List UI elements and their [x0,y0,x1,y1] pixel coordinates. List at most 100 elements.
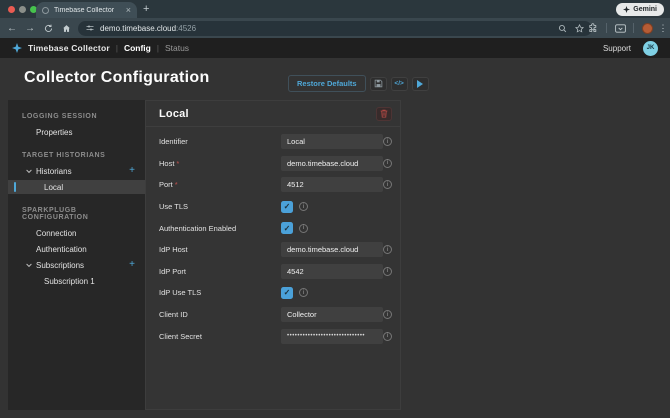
run-button[interactable] [412,77,429,91]
sidebar-item-authentication[interactable]: Authentication [8,242,145,256]
panel-header: Local [146,101,400,127]
tab-close-icon[interactable]: × [126,6,131,15]
sparkle-icon [623,6,630,13]
page: Collector Configuration Restore Defaults… [0,58,670,418]
add-item-button[interactable]: + [129,166,135,176]
port-input[interactable]: 4512 [281,177,383,192]
sidebar-item-subscription-1[interactable]: Subscription 1 [8,274,145,288]
save-button[interactable] [370,77,387,91]
panel-title: Local [159,108,189,120]
sidebar-section-header: LOGGING SESSION [22,113,133,120]
trash-icon [380,109,388,118]
form-row-host: Host*demo.timebase.cloud [146,153,400,175]
extensions-icon[interactable] [584,18,602,38]
field-label: Port* [159,180,281,189]
gemini-label: Gemini [633,6,657,13]
form-panel: Local IdentifierLocalHost*demo.timebase.… [145,100,401,410]
required-asterisk: * [176,159,179,168]
tab-title: Timebase Collector [54,7,122,14]
tab-favicon-icon [42,7,49,14]
form-row-use-tls: Use TLS [146,196,400,218]
required-asterisk: * [175,180,178,189]
info-icon[interactable] [383,159,392,168]
nav-separator: | [157,44,159,53]
profile-avatar-icon[interactable] [638,18,656,38]
user-avatar[interactable]: JK [643,41,658,56]
client-secret-input[interactable]: •••••••••••••••••••••••••••••• [281,329,383,344]
field-label: Client ID [159,310,281,319]
screen: Timebase Collector × + Gemini ← → demo.t… [0,0,670,418]
nav-config[interactable]: Config [124,43,151,53]
minimize-window-button[interactable] [19,6,26,13]
brand-title: Timebase Collector [28,43,110,53]
back-icon[interactable]: ← [4,18,20,38]
field-label: Use TLS [159,202,281,211]
form-row-idp-host: IdP Hostdemo.timebase.cloud [146,239,400,261]
code-view-button[interactable]: </> [391,77,408,91]
idp-host-input[interactable]: demo.timebase.cloud [281,242,383,257]
form-row-idp-port: IdP Port4542 [146,261,400,283]
info-icon[interactable] [383,180,392,189]
page-title: Collector Configuration [24,69,210,87]
host-input[interactable]: demo.timebase.cloud [281,156,383,171]
use-tls-checkbox[interactable] [281,201,293,213]
nav-separator: | [116,44,118,53]
code-icon: </> [394,80,403,87]
sidebar-item-label: Historians [36,167,72,176]
sidebar-item-historians[interactable]: Historians + [8,164,145,178]
form-fields: IdentifierLocalHost*demo.timebase.cloudP… [146,127,400,347]
home-icon[interactable] [58,18,74,38]
address-bar[interactable]: demo.timebase.cloud:4526 [78,21,592,36]
info-icon[interactable] [383,137,392,146]
site-info-icon[interactable] [86,24,94,32]
sidebar-item-subscriptions[interactable]: Subscriptions + [8,258,145,272]
add-item-button[interactable]: + [129,260,135,270]
window-controls [8,6,37,13]
authentication-enabled-checkbox[interactable] [281,222,293,234]
info-icon[interactable] [383,245,392,254]
info-icon[interactable] [383,310,392,319]
close-window-button[interactable] [8,6,15,13]
reload-icon[interactable] [40,18,56,38]
sidebar-item-connection[interactable]: Connection [8,226,145,240]
idp-port-input[interactable]: 4542 [281,264,383,279]
form-row-client-secret: Client Secret•••••••••••••••••••••••••••… [146,325,400,347]
forward-icon[interactable]: → [22,18,38,38]
browser-tab-strip: Timebase Collector × + Gemini [0,0,670,18]
idp-use-tls-checkbox[interactable] [281,287,293,299]
zoom-icon[interactable] [558,24,567,33]
chevron-down-icon[interactable] [26,263,32,268]
save-icon [374,79,383,88]
info-icon[interactable] [299,288,308,297]
sidebar-item-label: Subscriptions [36,261,84,270]
sidebar-nav: LOGGING SESSIONPropertiesTARGET HISTORIA… [8,100,145,410]
info-icon[interactable] [299,202,308,211]
browser-menu-icon[interactable]: ⋮ [656,18,670,38]
form-row-authentication-enabled: Authentication Enabled [146,217,400,239]
field-label: Client Secret [159,332,281,341]
gemini-button[interactable]: Gemini [616,3,664,16]
tab-search-icon[interactable] [611,18,629,38]
sidebar-item-label: Subscription 1 [44,277,95,286]
info-icon[interactable] [383,332,392,341]
delete-button[interactable] [376,107,392,121]
identifier-input[interactable]: Local [281,134,383,149]
app-logo-icon [12,43,22,53]
client-id-input[interactable]: Collector [281,307,383,322]
nav-status[interactable]: Status [165,43,189,53]
sidebar-item-properties[interactable]: Properties [8,125,145,139]
new-tab-button[interactable]: + [143,3,149,16]
form-row-idp-use-tls: IdP Use TLS [146,282,400,304]
field-label: IdP Host [159,245,281,254]
support-link[interactable]: Support [603,44,631,53]
browser-toolbar: ← → demo.timebase.cloud:4526 ⋮ [0,18,670,38]
bookmark-star-icon[interactable] [575,24,584,33]
form-row-client-id: Client IDCollector [146,304,400,326]
info-icon[interactable] [383,267,392,276]
info-icon[interactable] [299,224,308,233]
selected-indicator [14,182,16,192]
chevron-down-icon[interactable] [26,169,32,174]
restore-defaults-button[interactable]: Restore Defaults [288,75,366,92]
sidebar-item-local[interactable]: Local [8,180,145,194]
browser-tab[interactable]: Timebase Collector × [36,2,137,18]
